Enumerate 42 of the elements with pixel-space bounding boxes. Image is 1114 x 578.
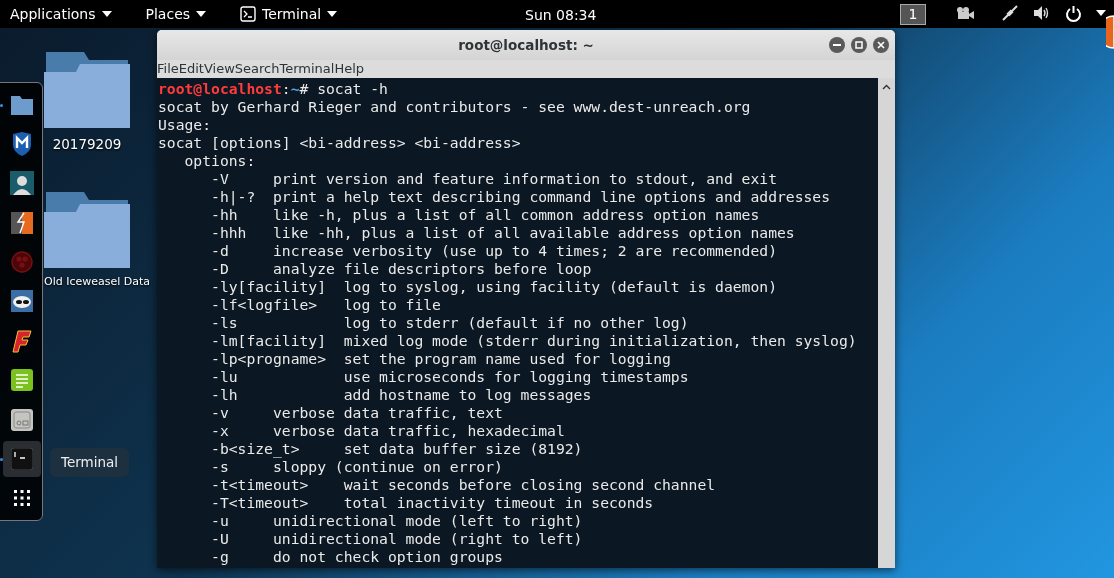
menu-item[interactable]: Edit bbox=[178, 60, 204, 78]
folder-label[interactable]: Old Iceweasel Data bbox=[44, 274, 151, 291]
plug-icon[interactable] bbox=[1001, 4, 1019, 22]
folder-icon bbox=[10, 94, 33, 115]
lightning-icon bbox=[10, 211, 33, 234]
folder-label[interactable]: 20179209 bbox=[52, 134, 122, 155]
terminal-icon bbox=[10, 447, 33, 470]
menu-item[interactable]: File bbox=[157, 60, 179, 78]
tooltip: Terminal bbox=[50, 448, 129, 477]
maximize-button[interactable] bbox=[851, 37, 867, 53]
menu-item[interactable]: Help bbox=[334, 60, 365, 78]
shield-icon bbox=[11, 132, 32, 157]
maximize-icon bbox=[855, 41, 863, 49]
power-icon[interactable] bbox=[1065, 4, 1082, 22]
terminal-output: root@localhost:~# socat -h socat by Gerhard Rieger and contributors - see www.dest-unreach.org Usage: socat [options] <bi-address> <bi-address> options: -V print version and feature information to stdout, and exit -h|-? print a help text describing command line options and addresses -hh like -h, plus a list of all common address option names -hhh like -hh, plus a list of all available address option names -d increase verbosity (use up to 4 times; 2 are recommended) -D analyze file descriptors before loop -ly[facility] log to syslog, using facility (default is daemon) -lf<logfile> log to file -ls log to stderr (default if no other log) -lm[facility] mixed log mode (stderr during initialization, then syslog) -lp<progname> set the program name used for logging -lu use microseconds for logging timestamps -lh add hostname to log messages -v verbose data traffic, text -x verbose data traffic, hexadecimal -b<size_t> set data buffer size (8192) -s sloppy (continue on error) -t<timeout> wait seconds before closing second channel -T<timeout> total inactivity timeout in seconds -u unidirectional mode (left to right) -U unidirectional mode (right to left) -g do not check option groups bbox=[157, 79, 858, 567]
volume-icon[interactable] bbox=[1033, 5, 1051, 21]
menu-item[interactable]: View bbox=[203, 60, 235, 78]
letter-f-icon bbox=[11, 328, 32, 353]
folder-icon[interactable] bbox=[44, 190, 130, 268]
top-menu[interactable]: Places bbox=[135, 0, 217, 28]
close-button[interactable] bbox=[873, 37, 889, 53]
close-icon bbox=[877, 41, 885, 49]
scroll-up-icon[interactable] bbox=[882, 84, 891, 90]
minimize-icon bbox=[833, 44, 841, 46]
avatar-icon bbox=[9, 171, 34, 196]
top-menu[interactable]: Terminal bbox=[230, 0, 348, 28]
caret-icon[interactable] bbox=[1096, 10, 1106, 16]
device-icon bbox=[10, 408, 33, 431]
menu-item[interactable]: Terminal bbox=[279, 60, 335, 78]
workspace-indicator[interactable]: 1 bbox=[900, 4, 926, 25]
circle-dots-icon bbox=[10, 251, 33, 274]
scrollbar[interactable] bbox=[878, 78, 895, 568]
clock[interactable]: Sun 08:34 bbox=[525, 5, 597, 26]
terminal-icon bbox=[240, 6, 257, 22]
notes-icon bbox=[10, 369, 33, 392]
camera-icon[interactable] bbox=[955, 6, 975, 20]
window-title: root@localhost: ~ bbox=[458, 35, 594, 55]
folder-icon[interactable] bbox=[44, 50, 130, 128]
top-menu[interactable]: Applications bbox=[0, 0, 122, 28]
app-grid-icon bbox=[12, 489, 31, 508]
menu-item[interactable]: Search bbox=[234, 60, 280, 78]
minimize-button[interactable] bbox=[829, 37, 845, 53]
